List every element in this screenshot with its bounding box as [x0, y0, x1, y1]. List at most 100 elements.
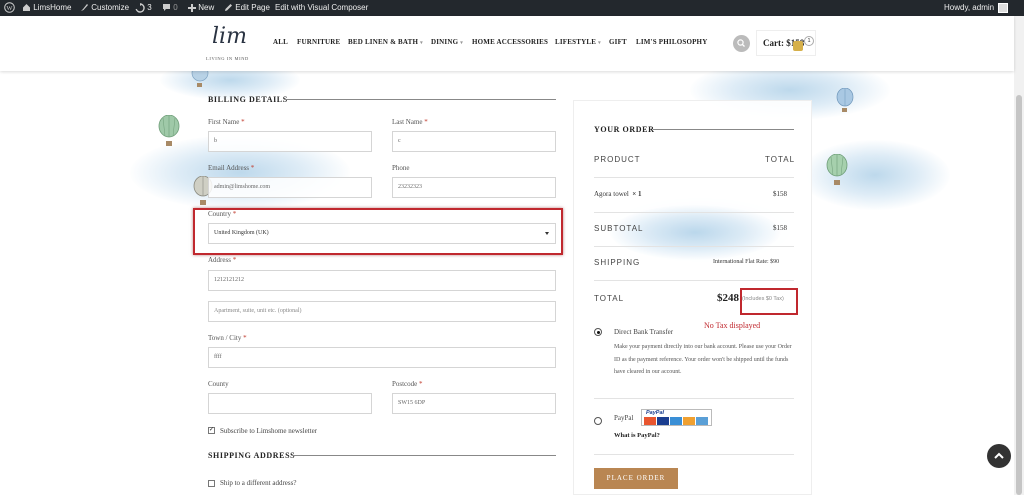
logo-text: lim — [212, 24, 247, 49]
nav-item-gift[interactable]: GIFT — [609, 38, 627, 46]
first-name-field[interactable]: b — [208, 131, 372, 152]
bank-transfer-description: Make your payment directly into our bank… — [614, 344, 792, 375]
updates-icon — [135, 2, 145, 13]
customize-label: Customize — [91, 3, 130, 12]
home-icon — [23, 4, 30, 12]
customize-link[interactable]: Customize — [80, 0, 129, 16]
balloon-icon — [826, 154, 848, 185]
item-name-text: Agora towel — [594, 190, 629, 198]
label-text: Last Name — [392, 118, 423, 126]
balloon-icon — [158, 115, 180, 146]
logo-tagline: LIVING IN MIND — [206, 56, 249, 61]
total-value: $248 — [717, 292, 739, 304]
order-title: YOUR ORDER — [594, 125, 655, 134]
nav-item-philosophy[interactable]: LIM'S PHILOSOPHY — [636, 38, 707, 46]
wordpress-icon[interactable]: W — [4, 0, 15, 16]
last-name-field[interactable]: c — [392, 131, 556, 152]
mastercard-icon — [644, 417, 656, 425]
order-divider — [594, 177, 794, 178]
nav-item-bed-linen[interactable]: BED LINEN & BATH ▾ — [348, 38, 423, 46]
order-divider — [594, 454, 794, 455]
order-divider — [594, 398, 794, 399]
card-icons — [644, 417, 708, 425]
pencil-icon — [225, 4, 232, 12]
newsletter-checkbox[interactable]: ✓ — [208, 427, 215, 434]
avatar — [998, 2, 1009, 13]
address-field[interactable]: 1212121212 — [208, 270, 556, 291]
first-name-label: First Name * — [208, 118, 245, 126]
nav-item-home-accessories[interactable]: HOME ACCESSORIES — [472, 38, 548, 46]
chevron-down-icon: ▾ — [460, 41, 463, 46]
chevron-up-icon — [994, 452, 1004, 459]
address-line2-field[interactable]: Apartment, suite, unit etc. (optional) — [208, 301, 556, 322]
paypal-radio[interactable] — [594, 417, 602, 425]
phone-field[interactable]: 23232323 — [392, 177, 556, 198]
nav-label: BED LINEN & BATH — [348, 38, 419, 46]
nav-label: FURNITURE — [297, 38, 341, 46]
site-name-link[interactable]: LimsHome — [22, 0, 71, 16]
phone-label: Phone — [392, 164, 410, 172]
subtotal-value: $158 — [773, 224, 787, 232]
nav-label: GIFT — [609, 38, 627, 46]
nav-label: ALL — [273, 38, 288, 46]
required-mark: * — [250, 164, 255, 172]
email-field[interactable]: admin@limshome.com — [208, 177, 372, 198]
nav-item-all[interactable]: ALL — [273, 38, 288, 46]
postcode-field[interactable]: SW15 6DP — [392, 393, 556, 414]
required-mark: * — [419, 380, 423, 388]
scroll-to-top-button[interactable] — [987, 444, 1011, 468]
site-logo[interactable]: lim LIVING IN MIND — [206, 22, 260, 64]
required-mark: * — [232, 256, 237, 264]
edit-page-link[interactable]: Edit Page — [224, 0, 270, 16]
bank-transfer-radio[interactable] — [594, 328, 602, 336]
account-link[interactable]: Howdy, admin — [944, 0, 1009, 16]
comments-link[interactable]: 0 — [162, 0, 178, 16]
nav-item-lifestyle[interactable]: LIFESTYLE ▾ — [555, 38, 601, 46]
county-field[interactable] — [208, 393, 372, 414]
nav-label: LIFESTYLE — [555, 38, 597, 46]
edit-visual-composer-link[interactable]: Edit with Visual Composer — [275, 0, 368, 16]
nav-item-dining[interactable]: DINING ▾ — [431, 38, 463, 46]
updates-count: 3 — [147, 3, 152, 12]
updates-link[interactable]: 3 — [135, 0, 152, 16]
bank-transfer-label: Direct Bank Transfer — [614, 328, 674, 336]
product-column-header: PRODUCT — [594, 155, 641, 164]
newsletter-label: Subscribe to Limshome newsletter — [220, 427, 318, 435]
item-quantity: × 1 — [632, 190, 642, 198]
address-label: Address * — [208, 256, 236, 264]
ship-different-checkbox[interactable] — [208, 480, 215, 487]
order-divider — [594, 280, 794, 281]
label-text: Address — [208, 256, 231, 264]
label-text: Email Address — [208, 164, 250, 172]
comments-count: 0 — [173, 3, 178, 12]
item-name: Agora towel × 1 — [594, 190, 642, 198]
visa-icon — [657, 417, 669, 425]
label-text: Town / City — [208, 334, 242, 342]
discover-icon — [683, 417, 695, 425]
what-is-paypal-link[interactable]: What is PayPal? — [614, 432, 660, 439]
nav-label: LIM'S PHILOSOPHY — [636, 38, 708, 46]
last-name-label: Last Name * — [392, 118, 428, 126]
new-label: New — [198, 3, 215, 12]
order-divider — [594, 246, 794, 247]
nav-item-furniture[interactable]: FURNITURE — [297, 38, 340, 46]
tax-annotation-box — [740, 288, 798, 315]
city-field[interactable]: ffff — [208, 347, 556, 368]
place-order-button[interactable]: PLACE ORDER — [594, 468, 678, 489]
new-link[interactable]: New — [188, 0, 214, 16]
search-button[interactable] — [733, 35, 750, 52]
country-annotation-box — [193, 208, 563, 255]
balloon-icon — [836, 88, 854, 112]
shopping-bag-icon — [793, 41, 803, 51]
email-label: Email Address * — [208, 164, 254, 172]
cloud-decoration — [800, 140, 950, 210]
admin-bar: W LimsHome Customize 3 0 New Edit Page E… — [0, 0, 1024, 16]
edit-visual-label: Edit with Visual Composer — [275, 3, 369, 12]
comment-icon — [163, 4, 170, 12]
required-mark: * — [241, 118, 245, 126]
subtotal-label: SUBTOTAL — [594, 224, 644, 233]
site-header: lim LIVING IN MIND ALL FURNITURE BED LIN… — [0, 16, 1014, 71]
scrollbar-thumb[interactable] — [1016, 95, 1022, 495]
chevron-down-icon: ▾ — [598, 41, 601, 46]
shipping-label: SHIPPING — [594, 258, 641, 267]
